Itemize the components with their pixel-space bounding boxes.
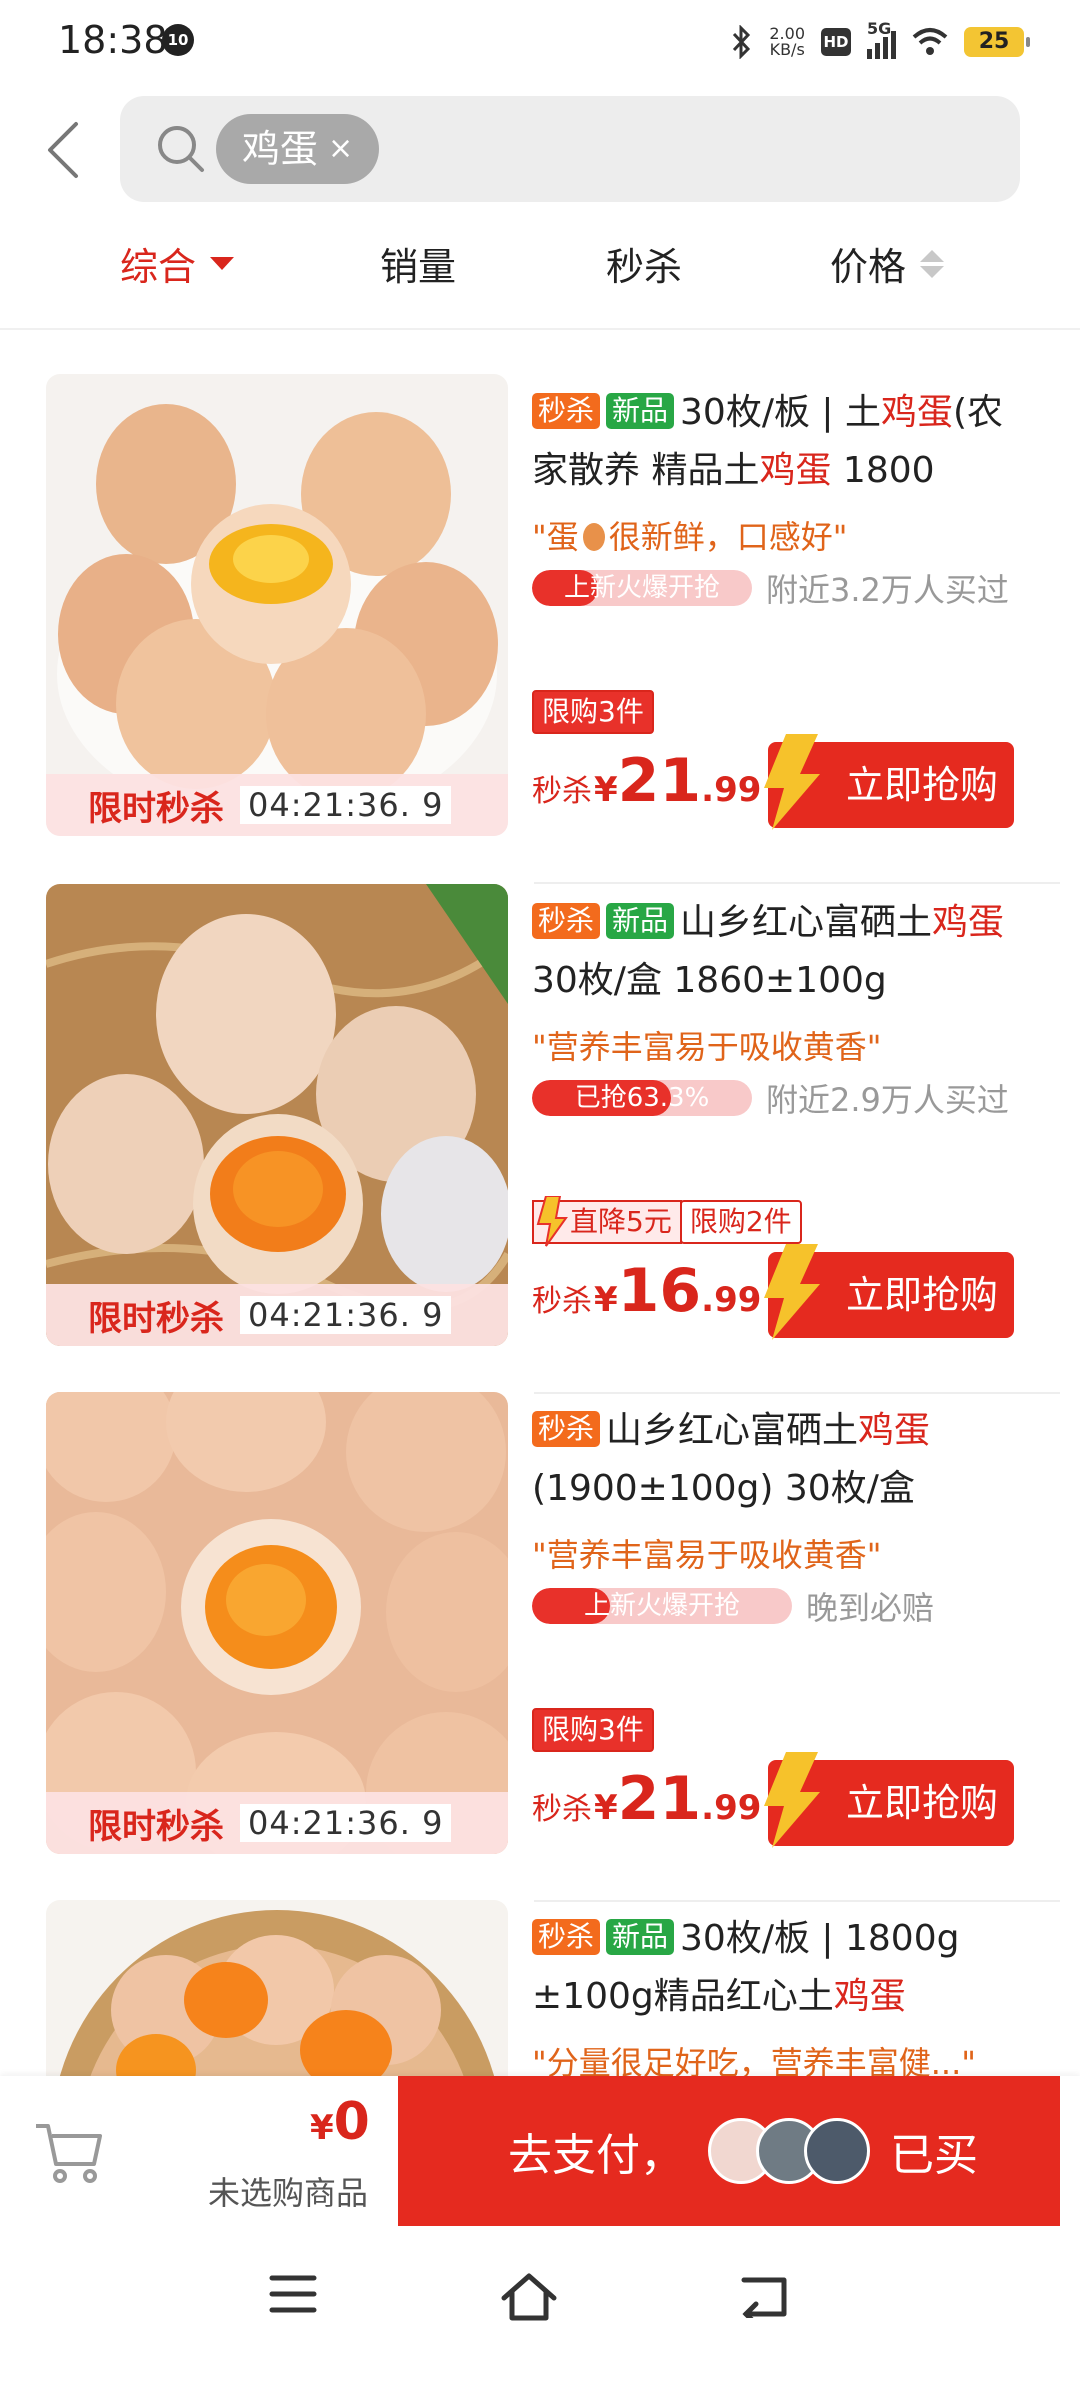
product-price: 秒杀 ¥21.99 [532,746,762,816]
lightning-icon [764,734,820,830]
product-quote: "营养丰富易于吸收黄香" [532,1536,882,1574]
lightning-icon [764,1752,820,1848]
back-arrow-icon[interactable] [40,118,90,182]
tab-sales[interactable]: 销量 [380,236,456,291]
filter-tabs: 综合 销量 秒杀 价格 [0,236,1080,326]
buy-now-button[interactable]: 立即抢购 [764,1244,1014,1340]
product-info: 秒杀 新品 山乡红心富硒土鸡蛋30枚/盒 1860±100g "营养丰富易于吸收黄香… [532,884,1032,1119]
caret-down-icon [210,257,235,270]
flash-sale-banner: 限时秒杀 04:21:36. 9 [46,1284,508,1346]
limit-badge: 限购3件 [532,1708,654,1752]
signal-icon: 5G [867,19,896,59]
progress-bar: 已抢63.3% [532,1080,752,1116]
cart-bar: ¥0 未选购商品 去支付， 已买 [0,2076,1080,2226]
status-icons: 2.00 KB/s HD 5G 25 [731,19,1030,64]
search-header: 鸡蛋 × [0,96,1080,206]
lightning-icon [764,1244,820,1340]
tag-flash-sale: 秒杀 [532,1411,601,1447]
buyers-nearby: 附近2.9万人买过 [766,1081,1009,1119]
product-image[interactable] [46,1900,508,2076]
avatar [804,2118,870,2184]
down-arrow-icon [536,1196,568,1247]
late-guarantee: 晚到必赔 [806,1589,935,1627]
tag-flash-sale: 秒杀 [532,903,601,939]
divider [0,328,1080,330]
tag-new: 新品 [606,903,675,939]
cart-empty-text: 未选购商品 [208,2174,369,2212]
progress-bar: 上新火爆开抢 [532,570,752,606]
tag-flash-sale: 秒杀 [532,1919,601,1955]
search-keyword: 鸡蛋 [242,127,319,171]
pay-button[interactable]: 去支付， 已买 [398,2076,1060,2226]
hd-icon: HD [821,28,851,56]
product-title: 秒杀 新品 30枚/板 | 1800g ±100g精品红心土鸡蛋 [532,1918,960,2017]
product-card[interactable]: 限时秒杀 04:21:36. 9 秒杀 山乡红心富硒土鸡蛋(1900±100g) … [0,1392,1080,1902]
wifi-icon [912,28,948,55]
tab-flash-sale[interactable]: 秒杀 [606,236,682,291]
system-nav-bar [0,2226,1080,2400]
tag-new: 新品 [606,393,675,429]
cart-total: ¥0 [310,2092,370,2152]
back-icon[interactable] [740,2272,790,2318]
product-info: 秒杀 山乡红心富硒土鸡蛋(1900±100g) 30枚/盒 "营养丰富易于吸收黄香… [532,1392,1032,1627]
product-card[interactable]: 限时秒杀 04:21:36. 9 秒杀 新品 山乡红心富硒土鸡蛋30枚/盒 1860… [0,884,1080,1394]
menu-icon[interactable] [268,2272,318,2316]
product-image[interactable] [46,374,508,836]
bluetooth-icon [733,25,751,59]
product-image[interactable] [46,1392,508,1854]
cart-icon[interactable] [34,2120,104,2186]
home-icon[interactable] [500,2272,558,2322]
sort-icon [920,249,945,278]
egg-icon [582,523,605,551]
flash-sale-banner: 限时秒杀 04:21:36. 9 [46,1792,508,1854]
search-keyword-chip[interactable]: 鸡蛋 × [216,114,380,184]
product-card[interactable]: 限时秒杀 04:21:36. 9 秒杀 新品 30枚/板 | 土鸡蛋(农家散养 精品… [0,374,1080,884]
product-price: 秒杀 ¥21.99 [532,1764,762,1834]
price-drop-badge: 直降5元 [532,1196,682,1247]
product-info: 秒杀 新品 30枚/板 | 1800g ±100g精品红心土鸡蛋 "分量很足好吃，营… [532,1900,1032,2076]
countdown-timer: 04:21:36. 9 [240,786,452,824]
chip-close-icon[interactable]: × [328,114,353,184]
search-input[interactable]: 鸡蛋 × [120,96,1020,202]
product-quote: "蛋 很新鲜，口感好" [532,518,848,556]
buy-now-button[interactable]: 立即抢购 [764,734,1014,830]
net-speed: 2.00 KB/s [769,24,805,59]
countdown-timer: 04:21:36. 9 [240,1804,452,1842]
notification-badge: 10 [162,24,194,56]
product-quote: "分量很足好吃，营养丰富健..." [532,2044,976,2076]
battery-icon: 25 [964,27,1030,57]
buy-now-button[interactable]: 立即抢购 [764,1752,1014,1848]
product-image[interactable] [46,884,508,1346]
flash-sale-banner: 限时秒杀 04:21:36. 9 [46,774,508,836]
status-time: 18:38 [58,18,168,62]
product-info: 秒杀 新品 30枚/板 | 土鸡蛋(农家散养 精品土鸡蛋 1800 "蛋 很新鲜，口感… [532,374,1032,609]
buyers-nearby: 附近3.2万人买过 [766,571,1009,609]
tag-new: 新品 [606,1919,675,1955]
limit-badge: 限购2件 [679,1200,802,1244]
limit-badge: 限购3件 [532,690,654,734]
status-bar: 18:38 10 2.00 KB/s HD 5G 25 [0,0,1080,84]
tab-price[interactable]: 价格 [830,236,945,291]
product-card[interactable]: 秒杀 新品 30枚/板 | 1800g ±100g精品红心土鸡蛋 "分量很足好吃，营… [0,1900,1080,2076]
countdown-timer: 04:21:36. 9 [240,1296,452,1334]
product-title: 秒杀 新品 山乡红心富硒土鸡蛋30枚/盒 1860±100g [532,902,1005,1001]
tag-flash-sale: 秒杀 [532,393,601,429]
buyer-avatars [708,2118,870,2184]
product-title: 秒杀 新品 30枚/板 | 土鸡蛋(农家散养 精品土鸡蛋 1800 [532,392,1004,491]
search-icon [158,126,204,172]
product-quote: "营养丰富易于吸收黄香" [532,1028,882,1066]
progress-bar: 上新火爆开抢 [532,1588,792,1624]
tab-comprehensive[interactable]: 综合 [120,236,235,291]
product-price: 秒杀 ¥16.99 [532,1256,762,1326]
product-title: 秒杀 山乡红心富硒土鸡蛋(1900±100g) 30枚/盒 [532,1410,931,1509]
